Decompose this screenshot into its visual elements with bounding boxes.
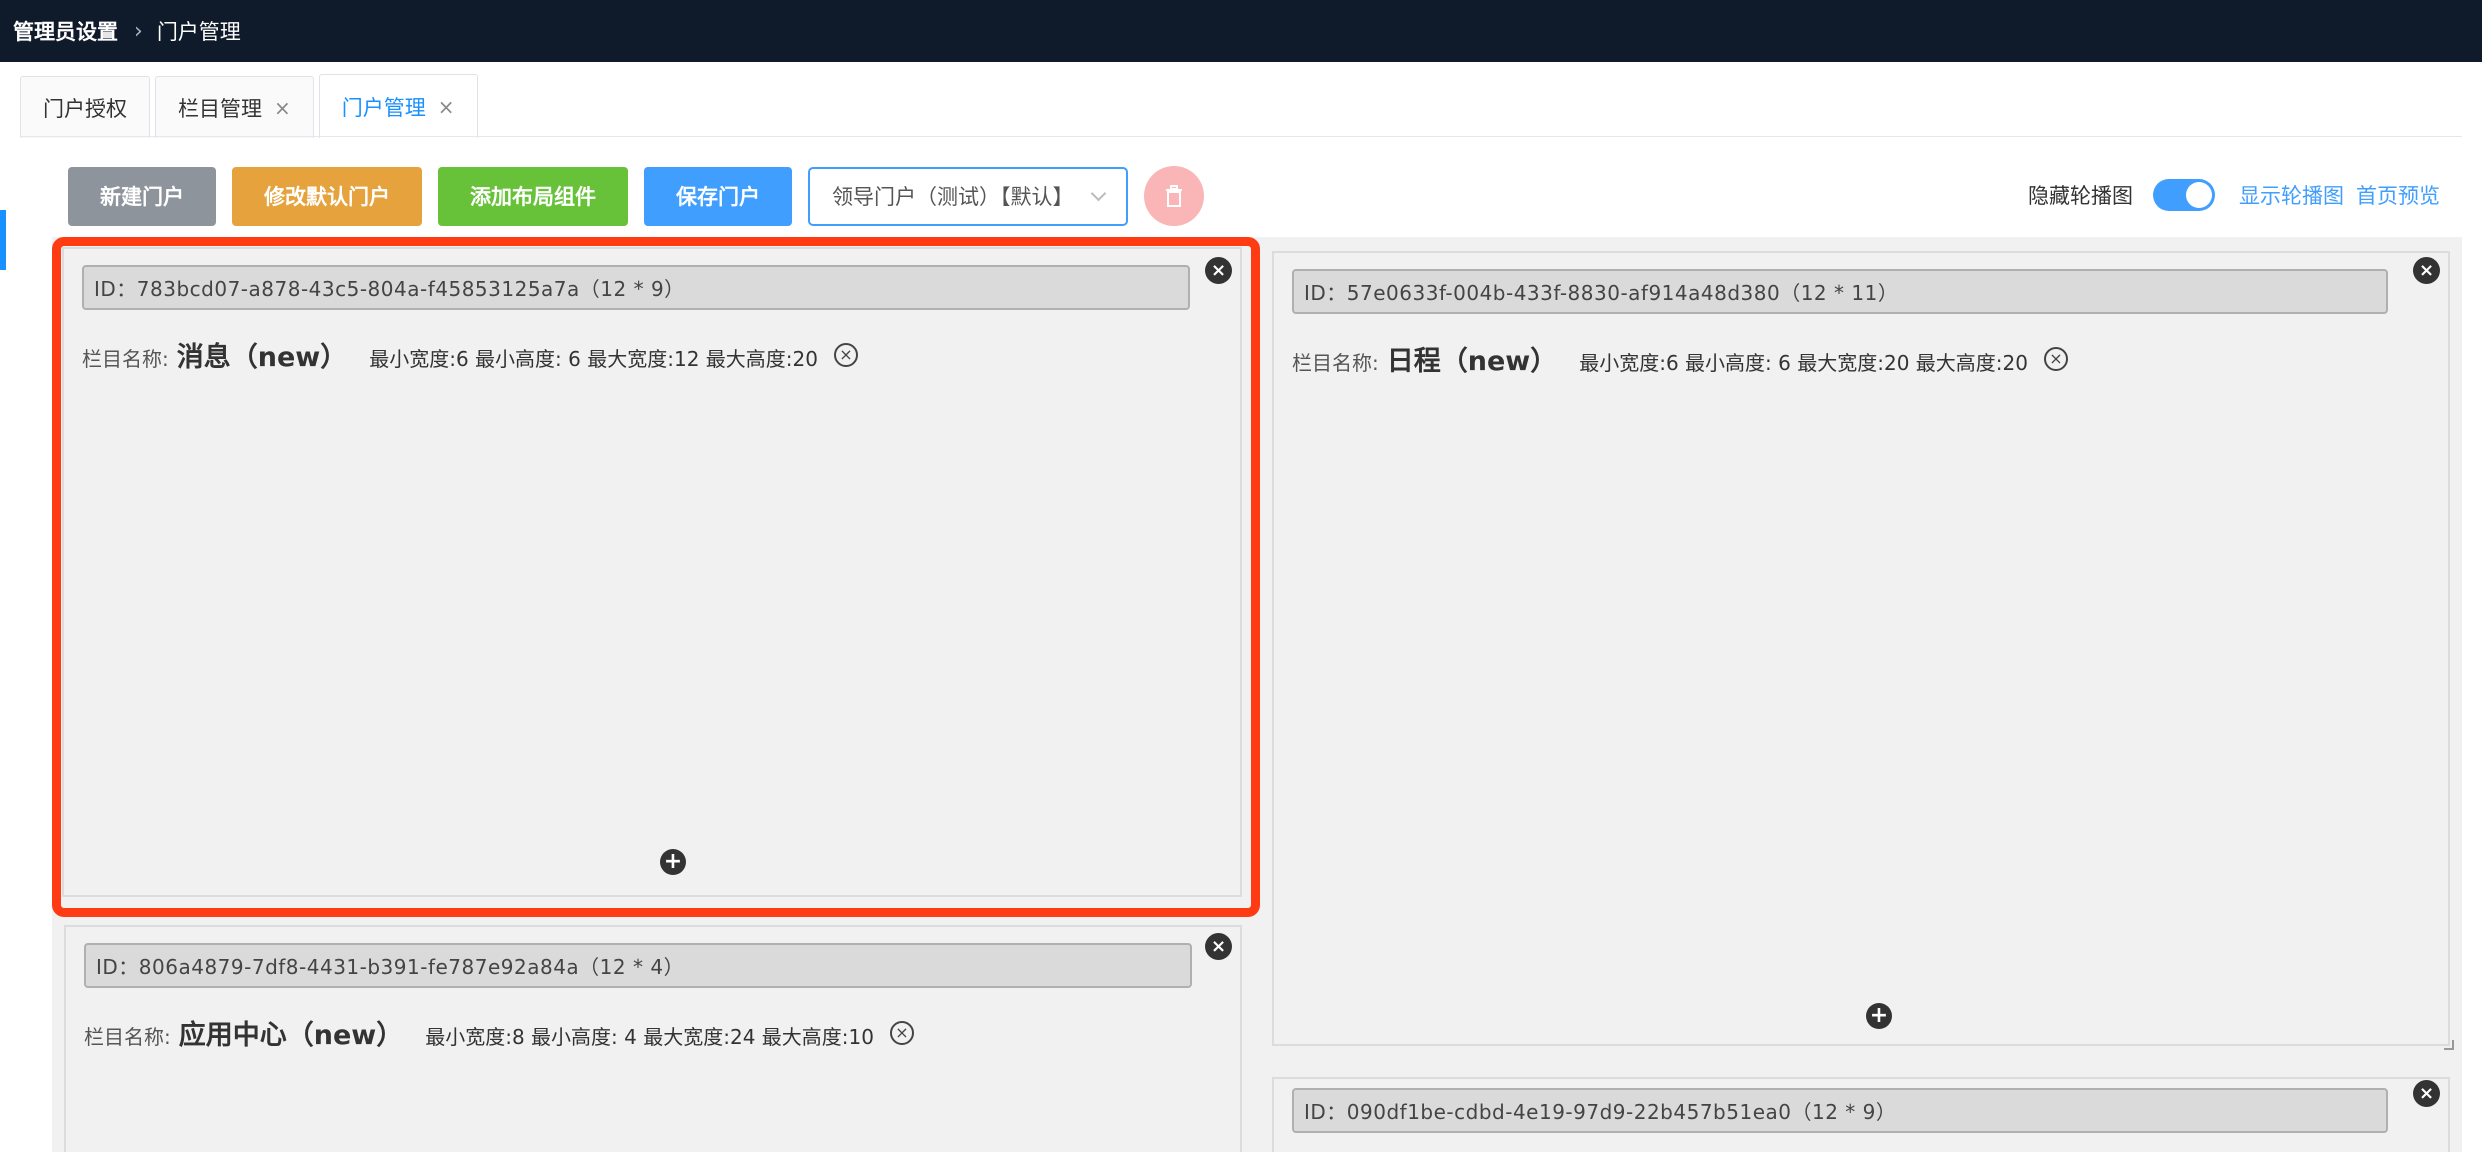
- layout-canvas: ID：783bcd07-a878-43c5-804a-f45853125a7a（…: [52, 237, 2462, 1152]
- show-carousel-link[interactable]: 显示轮播图: [2239, 180, 2344, 210]
- plus-circle-icon[interactable]: +: [1866, 1003, 1892, 1029]
- tab-label: 栏目管理: [178, 96, 262, 121]
- set-default-portal-button[interactable]: 修改默认门户: [232, 166, 422, 226]
- plus-circle-icon[interactable]: +: [660, 849, 686, 875]
- top-bar: 管理员设置 › 门户管理: [0, 0, 2482, 62]
- close-icon[interactable]: ×: [2413, 1080, 2440, 1107]
- widget-app-center[interactable]: ID：806a4879-7df8-4431-b391-fe787e92a84a（…: [64, 925, 1242, 1152]
- new-portal-button[interactable]: 新建门户: [68, 166, 216, 226]
- portal-select-value: 领导门户（测试）【默认】: [832, 185, 1074, 209]
- widget-id-field: ID：806a4879-7df8-4431-b391-fe787e92a84a（…: [84, 943, 1192, 988]
- tab-column-manage[interactable]: 栏目管理 ×: [155, 76, 314, 138]
- widget-name: 消息（new）: [176, 342, 348, 373]
- widget-fourth[interactable]: ID：090df1be-cdbd-4e19-97d9-22b457b51ea0（…: [1272, 1077, 2450, 1152]
- widget-name: 应用中心（new）: [178, 1020, 404, 1051]
- widget-meta: 栏目名称: 应用中心（new） 最小宽度:8 最小高度: 4 最大宽度:24 最…: [84, 1013, 914, 1052]
- widget-meta: 栏目名称: 日程（new） 最小宽度:6 最小高度: 6 最大宽度:20 最大高…: [1292, 339, 2068, 378]
- widget-dimensions: 最小宽度:6 最小高度: 6 最大宽度:20 最大高度:20: [1579, 351, 2028, 375]
- widget-dimensions: 最小宽度:6 最小高度: 6 最大宽度:12 最大高度:20: [369, 347, 818, 371]
- widget-name-label: 栏目名称:: [82, 347, 169, 371]
- x-circle-icon[interactable]: ×: [889, 1020, 914, 1045]
- widget-id-field: ID：783bcd07-a878-43c5-804a-f45853125a7a（…: [82, 265, 1190, 310]
- carousel-toggle[interactable]: [2153, 179, 2215, 211]
- widget-meta: 栏目名称: 消息（new） 最小宽度:6 最小高度: 6 最大宽度:12 最大高…: [82, 335, 858, 374]
- x-circle-icon[interactable]: ×: [833, 342, 858, 367]
- close-icon[interactable]: ×: [274, 96, 291, 120]
- widget-id-field: ID：090df1be-cdbd-4e19-97d9-22b457b51ea0（…: [1292, 1088, 2388, 1133]
- chevron-down-icon: [1090, 185, 1107, 201]
- save-portal-button[interactable]: 保存门户: [644, 166, 792, 226]
- widget-name-label: 栏目名称:: [84, 1025, 171, 1049]
- portal-select[interactable]: 领导门户（测试）【默认】: [808, 166, 1128, 226]
- homepage-preview-link[interactable]: 首页预览: [2356, 180, 2440, 210]
- resize-handle[interactable]: [2444, 1040, 2454, 1050]
- divider: [20, 136, 2462, 137]
- trash-icon: [1166, 185, 1182, 207]
- widget-id-field: ID：57e0633f-004b-433f-8830-af914a48d380（…: [1292, 269, 2388, 314]
- carousel-controls: 隐藏轮播图 显示轮播图 首页预览: [2028, 172, 2440, 218]
- x-circle-icon[interactable]: ×: [2043, 346, 2068, 371]
- chevron-right-icon: ›: [134, 18, 143, 44]
- toolbar: 新建门户 修改默认门户 添加布局组件 保存门户 领导门户（测试）【默认】: [68, 166, 1204, 226]
- widget-name-label: 栏目名称:: [1292, 351, 1379, 375]
- sidebar-active-indicator: [0, 210, 6, 270]
- close-icon[interactable]: ×: [2413, 257, 2440, 284]
- tab-label: 门户授权: [43, 96, 127, 121]
- widget-name: 日程（new）: [1386, 346, 1558, 377]
- hide-carousel-label: 隐藏轮播图: [2028, 184, 2133, 208]
- close-icon[interactable]: ×: [1205, 257, 1232, 284]
- breadcrumb-current: 门户管理: [156, 20, 241, 44]
- delete-portal-button[interactable]: [1144, 166, 1204, 226]
- close-icon[interactable]: ×: [1205, 933, 1232, 960]
- tab-bar: 门户授权 栏目管理 × 门户管理 ×: [20, 74, 483, 138]
- widget-schedule[interactable]: ID：57e0633f-004b-433f-8830-af914a48d380（…: [1272, 251, 2454, 1050]
- widget-dimensions: 最小宽度:8 最小高度: 4 最大宽度:24 最大高度:10: [425, 1025, 874, 1049]
- widget-message[interactable]: ID：783bcd07-a878-43c5-804a-f45853125a7a（…: [62, 247, 1242, 897]
- tab-portal-auth[interactable]: 门户授权: [20, 76, 150, 138]
- tab-portal-manage[interactable]: 门户管理 ×: [318, 74, 478, 138]
- add-layout-widget-button[interactable]: 添加布局组件: [438, 166, 628, 226]
- tab-label: 门户管理: [341, 95, 426, 120]
- close-icon[interactable]: ×: [438, 95, 455, 119]
- breadcrumb-root[interactable]: 管理员设置: [13, 16, 118, 46]
- toggle-knob: [2186, 182, 2212, 208]
